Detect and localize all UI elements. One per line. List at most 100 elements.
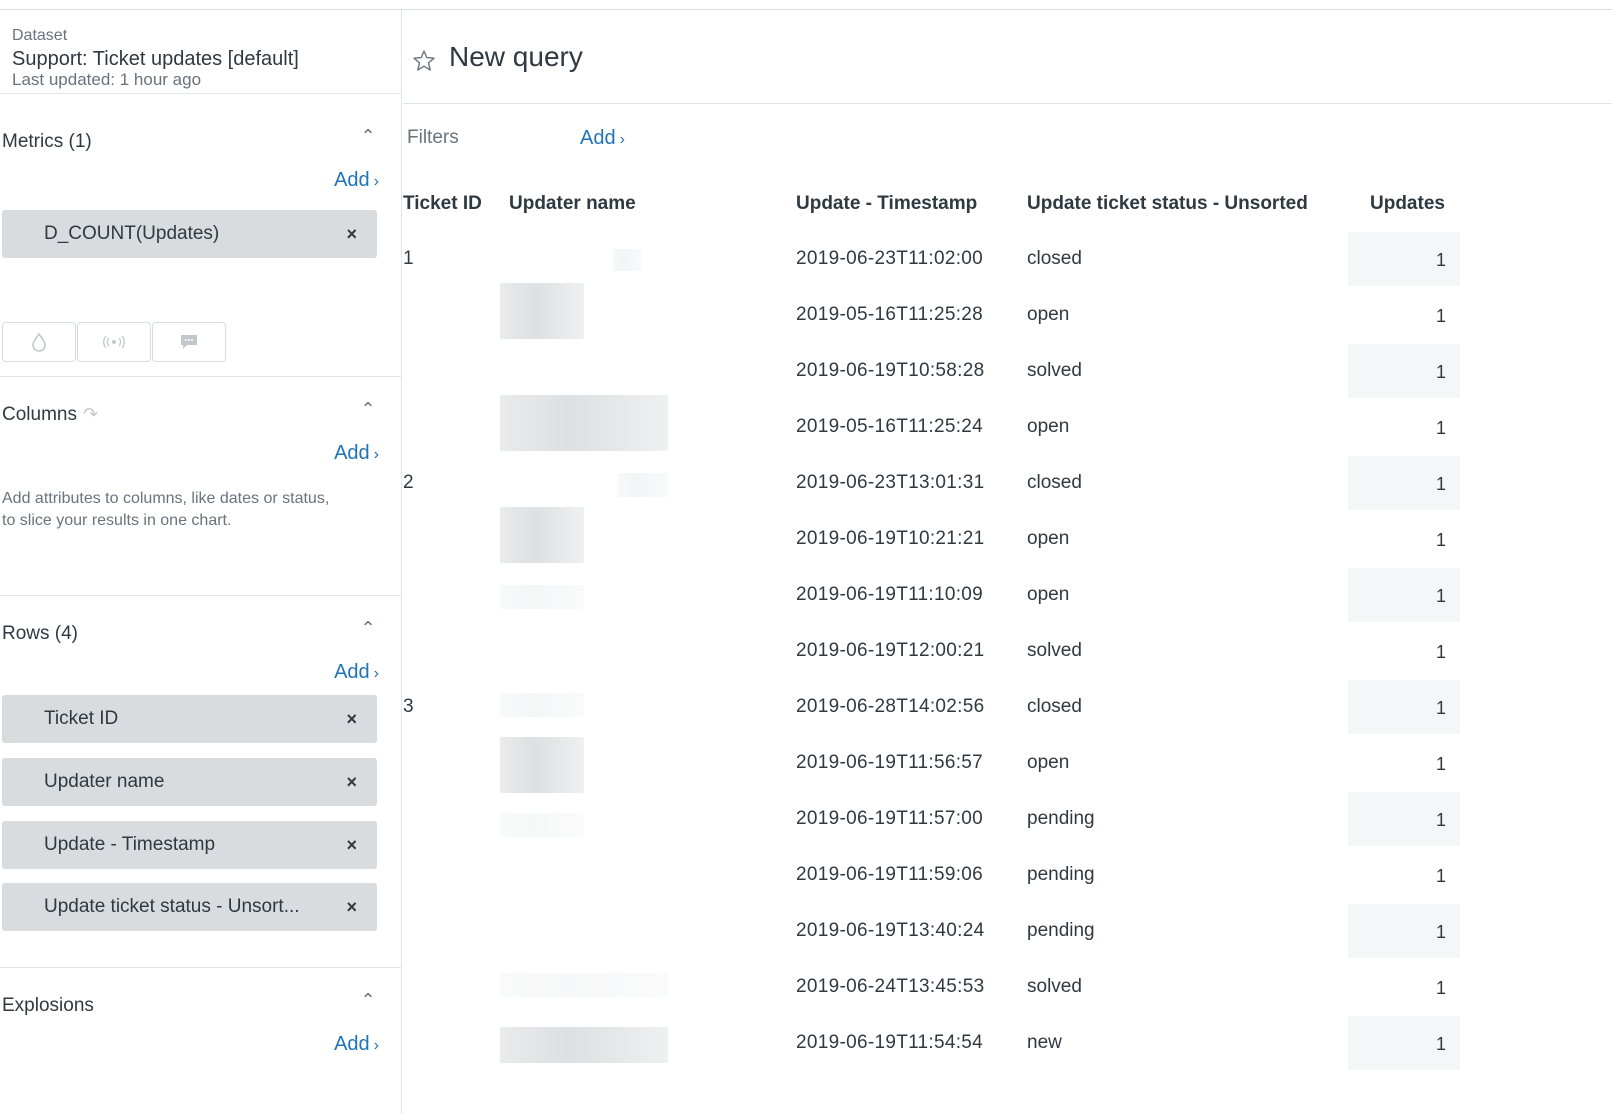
chevron-right-icon: › — [373, 1037, 379, 1054]
filters-add-label: Add — [580, 127, 616, 149]
close-icon[interactable]: × — [346, 821, 357, 869]
updates-value: 1 — [1435, 1034, 1446, 1054]
table-row: 2019-06-19T13:40:24 pending 1 — [403, 903, 1612, 959]
table-row: 2019-06-19T12:00:21 solved 1 — [403, 623, 1612, 679]
chevron-right-icon: › — [373, 173, 379, 190]
close-icon[interactable]: × — [346, 695, 357, 743]
metrics-add-link[interactable]: Add › — [334, 169, 379, 192]
metric-pill[interactable]: D_COUNT(Updates) × — [2, 210, 377, 258]
dataset-name[interactable]: Support: Ticket updates [default] — [12, 48, 299, 71]
drop-icon[interactable] — [2, 322, 76, 362]
timestamp-cell: 2019-05-16T11:25:24 — [796, 416, 984, 437]
close-icon[interactable]: × — [346, 210, 357, 258]
row-pill[interactable]: Update ticket status - Unsort... × — [2, 883, 377, 931]
rows-add-link[interactable]: Add › — [334, 661, 379, 684]
column-header-status[interactable]: Update ticket status - Unsorted — [1027, 193, 1308, 215]
table-row: 2019-06-19T11:56:57 open 1 — [403, 735, 1612, 793]
timestamp-cell: 2019-06-19T10:21:21 — [796, 528, 985, 549]
column-header-ticket-id[interactable]: Ticket ID — [403, 193, 482, 215]
table-row: 2 2019-06-23T13:01:31 closed 1 — [403, 455, 1612, 511]
table-row: 2019-06-19T11:54:54 new 1 — [403, 1015, 1612, 1071]
columns-add-link[interactable]: Add › — [334, 442, 379, 465]
updates-cell: 1 — [1348, 1016, 1460, 1070]
column-header-timestamp[interactable]: Update - Timestamp — [796, 193, 977, 215]
comment-icon[interactable] — [152, 322, 226, 362]
row-pill[interactable]: Ticket ID × — [2, 695, 377, 743]
updates-cell: 1 — [1348, 232, 1460, 286]
redacted-name — [500, 973, 668, 997]
close-icon[interactable]: × — [346, 883, 357, 931]
table-row: 2019-06-19T10:21:21 open 1 — [403, 507, 1612, 567]
row-pill-label: Update ticket status - Unsort... — [44, 896, 300, 917]
updates-cell: 1 — [1348, 568, 1460, 622]
close-icon[interactable]: × — [346, 758, 357, 806]
column-header-updater-name[interactable]: Updater name — [509, 193, 636, 215]
timestamp-cell: 2019-06-19T11:10:09 — [796, 584, 984, 605]
table-row: 2019-06-19T11:10:09 open 1 — [403, 567, 1612, 623]
status-cell: pending — [1027, 864, 1095, 885]
updates-cell: 1 — [1348, 792, 1460, 846]
updates-cell: 1 — [1348, 400, 1460, 454]
updates-cell: 1 — [1348, 512, 1460, 566]
status-cell: closed — [1027, 472, 1082, 493]
redacted-name — [500, 585, 584, 609]
status-cell: open — [1027, 752, 1070, 773]
updates-value: 1 — [1435, 362, 1446, 382]
chevron-right-icon: › — [619, 131, 625, 148]
explosions-add-link[interactable]: Add › — [334, 1033, 379, 1056]
updates-value: 1 — [1435, 418, 1446, 438]
table-row: 2019-06-19T10:58:28 solved 1 — [403, 343, 1612, 399]
chevron-up-icon[interactable]: ⌃ — [358, 618, 378, 639]
table-row: 3 2019-06-28T14:02:56 closed 1 — [403, 679, 1612, 735]
table-row: 1 2019-06-23T11:02:00 closed 1 — [403, 231, 1612, 287]
redacted-name — [500, 1027, 668, 1063]
timestamp-cell: 2019-06-19T13:40:24 — [796, 920, 985, 941]
timestamp-cell: 2019-06-28T14:02:56 — [796, 696, 985, 717]
redacted-name — [500, 395, 668, 451]
redacted-name — [613, 249, 641, 271]
filters-label: Filters — [407, 127, 459, 148]
table-row: 2019-06-24T13:45:53 solved 1 — [403, 959, 1612, 1015]
filters-add-link[interactable]: Add › — [580, 127, 625, 150]
query-main: New query Filters Add › Ticket ID Updater… — [403, 10, 1612, 1114]
timestamp-cell: 2019-05-16T11:25:28 — [796, 304, 984, 325]
divider — [0, 376, 401, 377]
row-pill[interactable]: Updater name × — [2, 758, 377, 806]
updates-value: 1 — [1435, 922, 1446, 942]
timestamp-cell: 2019-06-19T10:58:28 — [796, 360, 985, 381]
chevron-up-icon[interactable]: ⌃ — [358, 399, 378, 420]
chevron-up-icon[interactable]: ⌃ — [358, 990, 378, 1011]
status-cell: solved — [1027, 976, 1082, 997]
query-title[interactable]: New query — [449, 41, 583, 73]
status-cell: open — [1027, 528, 1070, 549]
signal-icon[interactable] — [77, 322, 151, 362]
updates-value: 1 — [1435, 754, 1446, 774]
query-sidebar: Dataset Support: Ticket updates [default… — [0, 10, 402, 1114]
updates-value: 1 — [1435, 698, 1446, 718]
swap-icon[interactable]: ↷ — [83, 404, 98, 424]
dataset-label: Dataset — [12, 27, 68, 44]
metrics-title: Metrics (1) — [2, 131, 92, 152]
updates-cell: 1 — [1348, 680, 1460, 734]
table-row: 2019-05-16T11:25:24 open 1 — [403, 395, 1612, 455]
updates-cell: 1 — [1348, 904, 1460, 958]
timestamp-cell: 2019-06-19T11:59:06 — [796, 864, 984, 885]
explosions-add-label: Add — [334, 1033, 370, 1055]
updates-value: 1 — [1435, 866, 1446, 886]
row-pill-label: Update - Timestamp — [44, 834, 216, 855]
timestamp-cell: 2019-06-23T11:02:00 — [796, 248, 984, 269]
row-pill[interactable]: Update - Timestamp × — [2, 821, 377, 869]
updates-cell: 1 — [1348, 288, 1460, 342]
timestamp-cell: 2019-06-19T12:00:21 — [796, 640, 985, 661]
metrics-add-label: Add — [334, 169, 370, 191]
redacted-name — [618, 473, 668, 497]
updates-value: 1 — [1435, 642, 1446, 662]
column-header-updates[interactable]: Updates — [1370, 193, 1445, 215]
chevron-up-icon[interactable]: ⌃ — [358, 126, 378, 147]
star-outline-icon[interactable] — [411, 48, 437, 74]
status-cell: closed — [1027, 696, 1082, 717]
rows-title: Rows (4) — [2, 623, 79, 644]
ticket-id-cell: 2 — [403, 472, 414, 493]
updates-cell: 1 — [1348, 848, 1460, 902]
chevron-right-icon: › — [373, 665, 379, 682]
